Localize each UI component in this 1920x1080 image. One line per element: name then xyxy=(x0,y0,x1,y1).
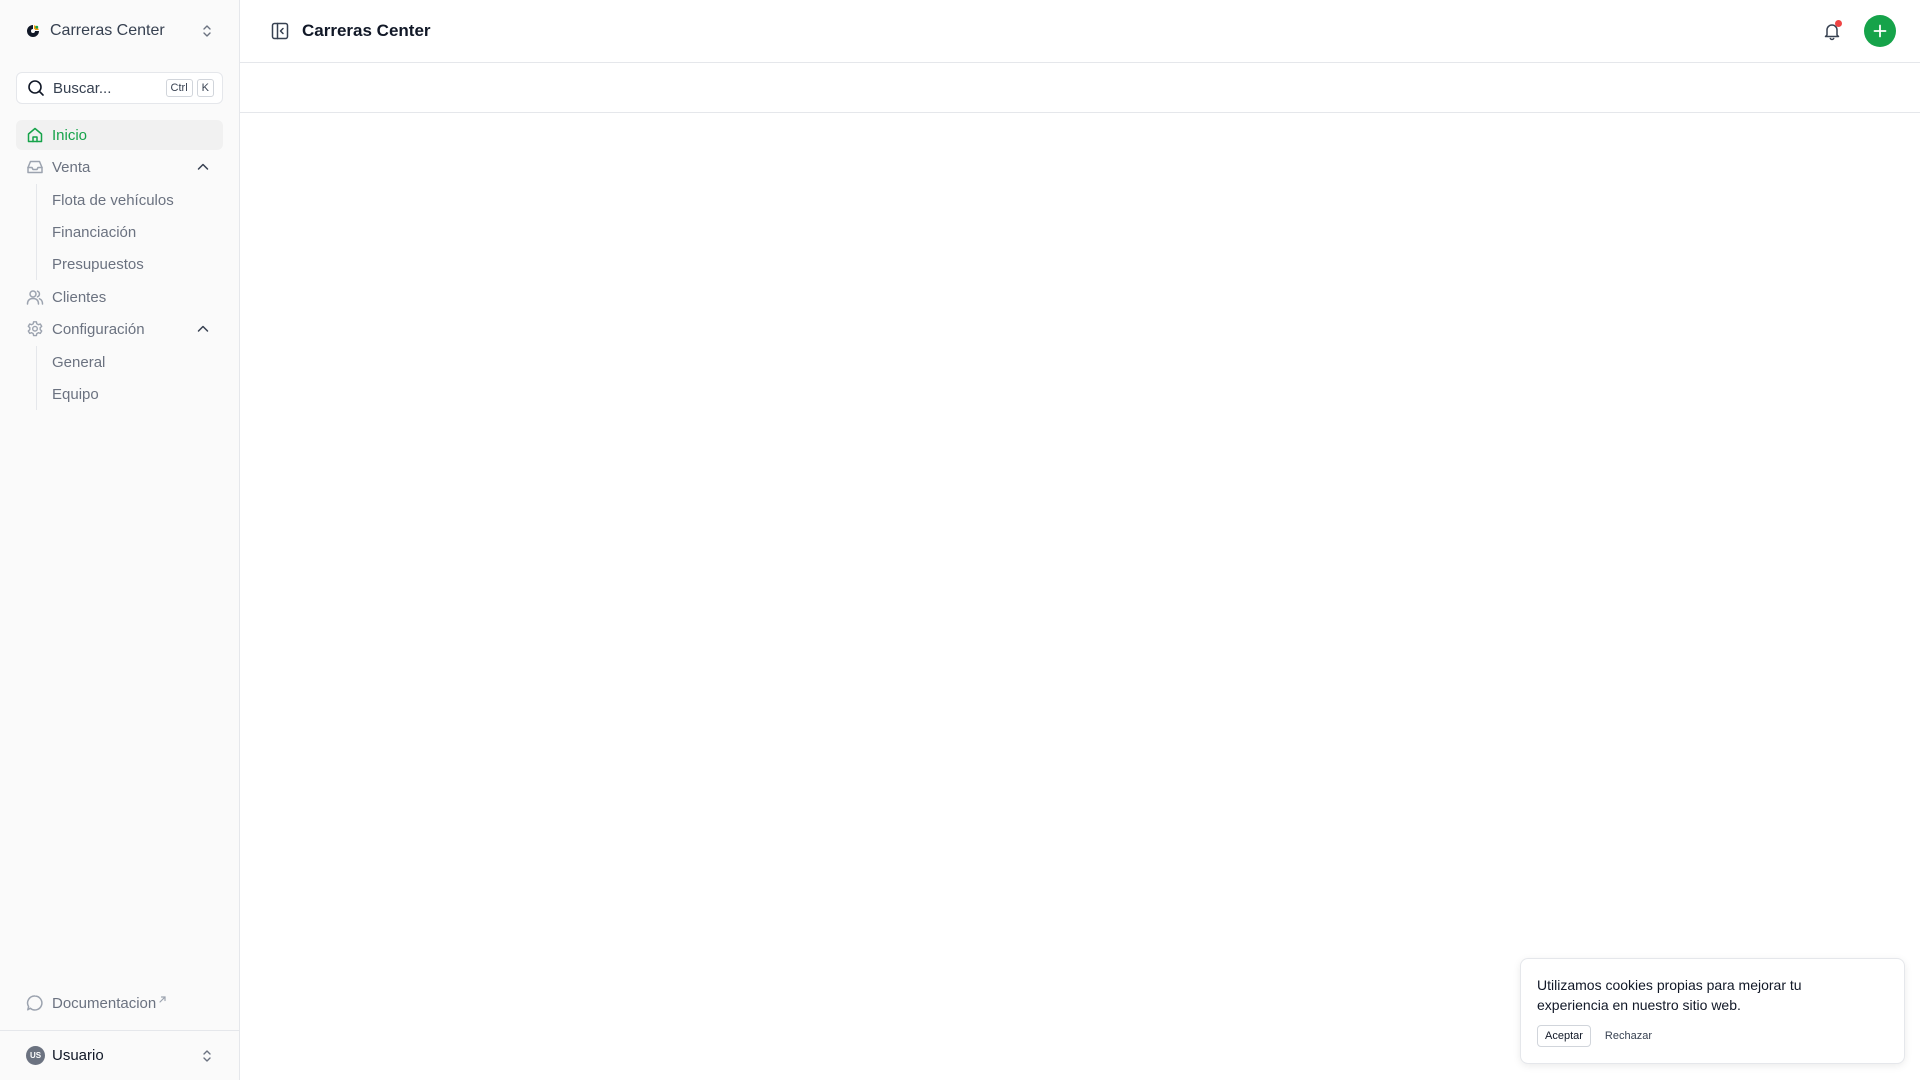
sidebar-nav: Inicio Venta Flota de vehículos Financia… xyxy=(0,120,239,412)
sidebar-subitem-quotes[interactable]: Presupuestos xyxy=(52,248,223,280)
chevron-up-icon xyxy=(197,325,209,332)
accept-cookies-button[interactable]: Aceptar xyxy=(1537,1025,1591,1047)
chevrons-up-down-icon xyxy=(203,25,211,37)
shortcut-key-ctrl: Ctrl xyxy=(165,79,193,97)
cookie-banner: Utilizamos cookies propias para mejorar … xyxy=(1520,958,1905,1064)
chevrons-up-down-icon xyxy=(203,1049,211,1062)
documentation-link[interactable]: Documentacion xyxy=(0,986,239,1020)
page-title: Carreras Center xyxy=(302,21,431,40)
topbar: Carreras Center xyxy=(240,0,1920,63)
sidebar: Carreras Center Buscar... Ctrl K Inicio xyxy=(0,0,240,1080)
sidebar-toggle-icon[interactable] xyxy=(270,21,290,41)
shortcut-key-k: K xyxy=(196,79,214,97)
message-circle-icon xyxy=(26,995,43,1011)
external-link-icon xyxy=(159,995,166,1003)
sidebar-subitem-team[interactable]: Equipo xyxy=(52,378,223,410)
inbox-icon xyxy=(27,160,43,174)
add-button[interactable] xyxy=(1864,15,1896,47)
sidebar-item-home[interactable]: Inicio xyxy=(16,120,223,150)
search-icon xyxy=(28,80,44,96)
sidebar-item-clients[interactable]: Clientes xyxy=(16,282,223,312)
sales-subnav: Flota de vehículos Financiación Presupue… xyxy=(36,184,223,280)
sidebar-item-label: Clientes xyxy=(52,288,107,306)
main-content: Carreras Center xyxy=(240,0,1920,1080)
app: Carreras Center Buscar... Ctrl K Inicio xyxy=(0,0,1920,1080)
chevron-up-icon xyxy=(197,163,209,170)
sidebar-bottom: Documentacion US Usuario xyxy=(0,986,239,1080)
sidebar-item-label: Venta xyxy=(52,158,91,176)
workspace-switcher[interactable]: Carreras Center xyxy=(0,0,239,62)
workspace-name: Carreras Center xyxy=(50,22,165,39)
sidebar-subitem-general[interactable]: General xyxy=(52,346,223,378)
settings-subnav: General Equipo xyxy=(36,346,223,410)
cookie-actions: Aceptar Rechazar xyxy=(1537,1025,1888,1047)
sidebar-subitem-financing[interactable]: Financiación xyxy=(52,216,223,248)
cookie-message: Utilizamos cookies propias para mejorar … xyxy=(1537,977,1802,1013)
search-input[interactable]: Buscar... Ctrl K xyxy=(16,72,223,104)
content-area xyxy=(240,113,1920,1080)
users-icon xyxy=(26,290,44,305)
avatar: US xyxy=(26,1046,45,1065)
search-placeholder: Buscar... xyxy=(53,79,112,97)
sidebar-item-settings[interactable]: Configuración xyxy=(16,314,223,344)
reject-cookies-button[interactable]: Rechazar xyxy=(1603,1026,1654,1046)
sidebar-item-label: Inicio xyxy=(52,126,88,144)
home-icon xyxy=(27,127,43,143)
toolbar-strip xyxy=(240,63,1920,113)
sidebar-subitem-fleet[interactable]: Flota de vehículos xyxy=(52,184,223,216)
notifications-button[interactable] xyxy=(1822,20,1842,41)
sidebar-item-label: Configuración xyxy=(52,320,145,338)
gear-icon xyxy=(27,321,43,337)
documentation-label: Documentacion xyxy=(52,994,157,1012)
notification-dot xyxy=(1835,20,1842,27)
user-menu[interactable]: US Usuario xyxy=(0,1030,239,1080)
brand-logo-icon xyxy=(27,25,39,37)
plus-icon xyxy=(1873,24,1887,38)
user-name: Usuario xyxy=(52,1047,104,1064)
sidebar-item-sales[interactable]: Venta xyxy=(16,152,223,182)
